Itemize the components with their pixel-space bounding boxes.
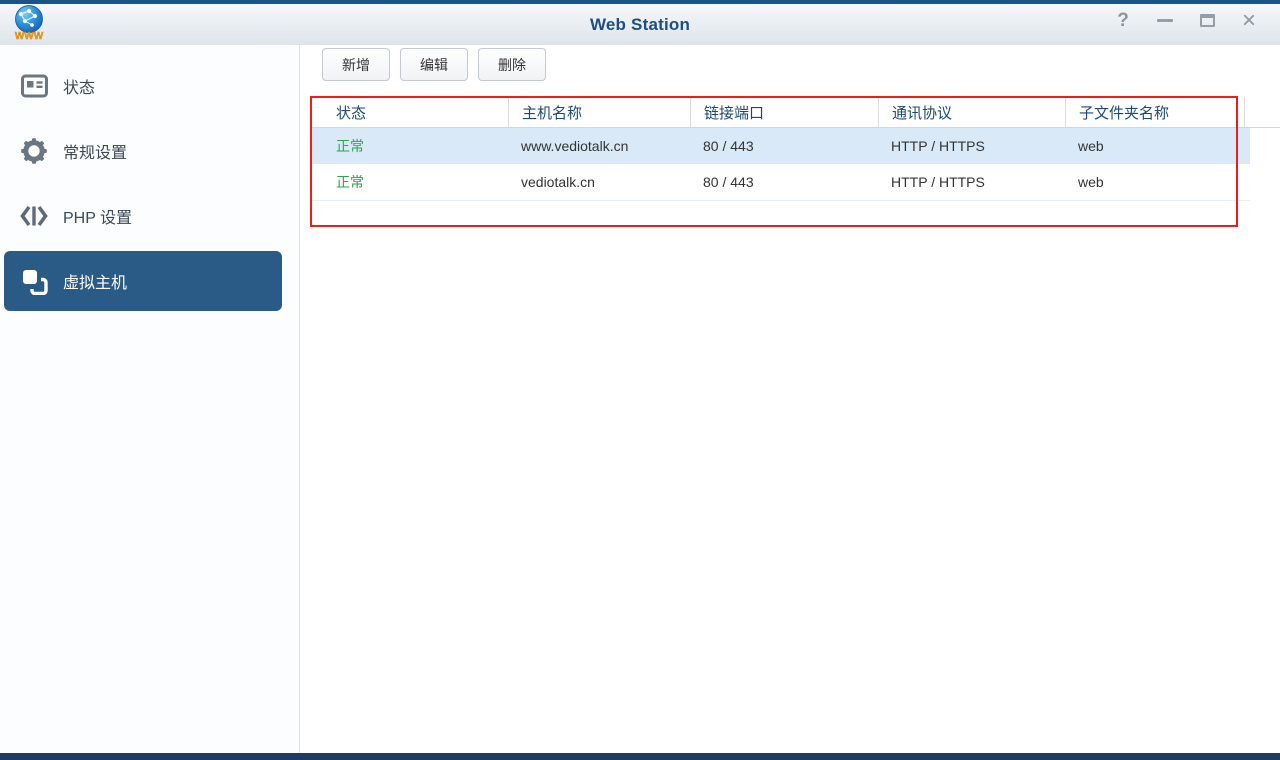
column-header-status[interactable]: 状态 [312,97,508,127]
minimize-icon[interactable] [1156,11,1174,31]
virtual-host-table: 状态 主机名称 链接端口 通讯协议 子文件夹名称 正常 www.vediotal… [312,97,1280,201]
sidebar-item-virtual-host[interactable]: 虚拟主机 [4,251,282,311]
window-controls: ? × [1114,0,1258,41]
titlebar: Web Station [0,4,1280,45]
help-icon[interactable]: ? [1114,11,1132,31]
hostname-cell: www.vediotalk.cn [508,128,690,164]
virtual-host-icon [20,267,48,295]
delete-button[interactable]: 删除 [478,48,546,81]
close-icon[interactable]: × [1240,11,1258,31]
table-row[interactable]: 正常 www.vediotalk.cn 80 / 443 HTTP / HTTP… [312,128,1250,164]
table-header-row: 状态 主机名称 链接端口 通讯协议 子文件夹名称 [312,97,1280,128]
table-row[interactable]: 正常 vediotalk.cn 80 / 443 HTTP / HTTPS we… [312,164,1250,200]
sidebar-item-label: PHP 设置 [63,204,132,228]
code-brackets-icon [20,202,48,230]
subfolder-cell: web [1065,164,1244,200]
gear-icon [20,137,48,165]
protocols-cell: HTTP / HTTPS [878,128,1065,164]
add-button[interactable]: 新增 [322,48,390,81]
sidebar-item-label: 常规设置 [63,139,127,163]
edit-button[interactable]: 编辑 [400,48,468,81]
sidebar-item-label: 虚拟主机 [63,269,127,293]
hostname-cell: vediotalk.cn [508,164,690,200]
subfolder-cell: web [1065,128,1244,164]
window-title: Web Station [0,15,1280,35]
sidebar-item-general-settings[interactable]: 常规设置 [4,121,282,181]
ports-cell: 80 / 443 [690,128,878,164]
maximize-icon[interactable] [1198,11,1216,31]
svg-text:WWW: WWW [15,31,44,42]
status-badge: 正常 [312,164,508,200]
window-bottom-bar [0,753,1280,760]
sidebar-item-php-settings[interactable]: PHP 设置 [4,186,282,246]
status-badge: 正常 [312,128,508,164]
toolbar: 新增 编辑 删除 [322,48,546,81]
status-card-icon [20,72,48,100]
protocols-cell: HTTP / HTTPS [878,164,1065,200]
column-header-protocols[interactable]: 通讯协议 [878,97,1065,127]
sidebar-item-status[interactable]: 状态 [4,56,282,116]
row-separator [312,200,1250,201]
ports-cell: 80 / 443 [690,164,878,200]
column-header-ports[interactable]: 链接端口 [690,97,878,127]
web-station-app-icon: WWW [12,4,48,42]
sidebar-item-label: 状态 [63,74,95,98]
column-header-subfolder[interactable]: 子文件夹名称 [1065,97,1244,127]
column-header-hostname[interactable]: 主机名称 [508,97,690,127]
column-header-filler [1244,97,1280,127]
sidebar: 状态 [0,45,300,753]
